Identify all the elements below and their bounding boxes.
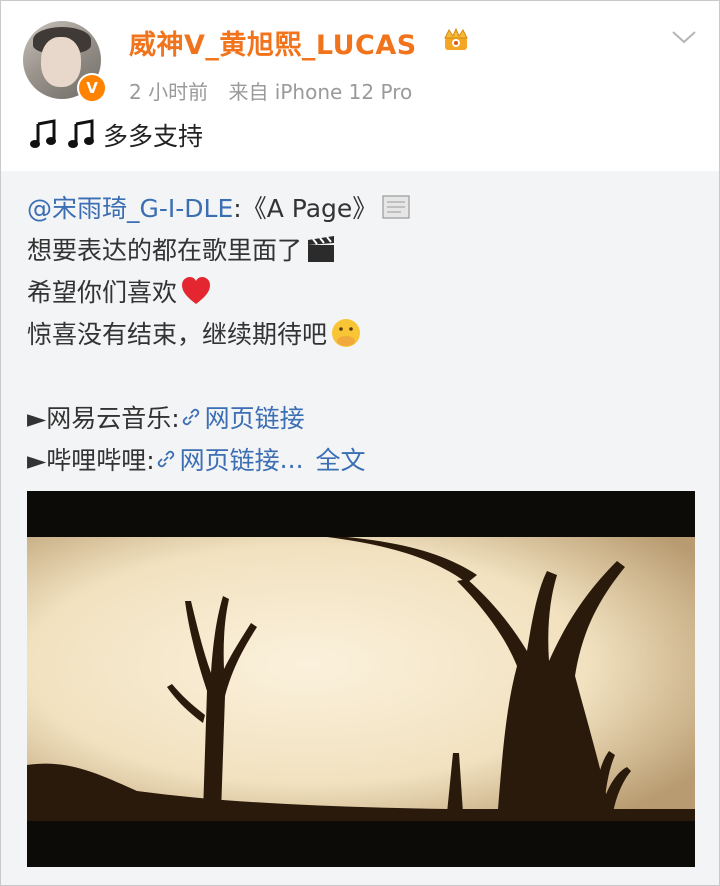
bilibili-line: ►哔哩哔哩: 网页链接 ... 全文 [27,441,366,477]
link-icon [182,408,199,426]
repost-title: :《A Page》 [233,194,378,223]
full-text-link[interactable]: 全文 [316,441,366,477]
bilibili-link[interactable]: 网页链接 [180,441,280,477]
reposted-content[interactable]: @宋雨琦_G-I-DLE :《A Page》 想要表达的都在歌里面了 希望你们喜… [1,173,719,885]
post-text-content: 多多支持 [103,122,204,151]
netease-line: ►网易云音乐: 网页链接 [27,399,305,435]
weibo-post: V 威神V_黄旭熙_LUCAS 2 小时前 来自 iPhone 12 Pro 多… [0,0,720,886]
ellipsis: ... [279,444,304,474]
video-frame-illustration [27,491,695,867]
repost-line-3-text: 希望你们喜欢 [27,278,178,307]
face-hand-over-mouth-icon [332,319,361,347]
repost-line-4: 惊喜没有结束，继续期待吧 [27,315,363,351]
username[interactable]: 威神V_黄旭熙_LUCAS [129,23,417,62]
red-heart-icon [182,277,211,304]
post-source[interactable]: 来自 iPhone 12 Pro [228,80,412,104]
repost-line-1: @宋雨琦_G-I-DLE :《A Page》 [27,189,413,225]
video-thumbnail[interactable] [27,491,695,867]
crown-icon [444,27,468,50]
chevron-down-icon[interactable] [669,27,699,47]
link-icon [157,450,174,468]
post-meta: 2 小时前 来自 iPhone 12 Pro [129,76,426,105]
repost-line-4-text: 惊喜没有结束，继续期待吧 [27,320,328,349]
post-text: 多多支持 [27,117,203,153]
clapperboard-icon [308,236,335,262]
repost-line-2-text: 想要表达的都在歌里面了 [27,236,303,265]
music-note-icon [30,119,56,148]
netease-link[interactable]: 网页链接 [205,399,305,435]
repost-line-2: 想要表达的都在歌里面了 [27,231,338,267]
mention-link[interactable]: @宋雨琦_G-I-DLE [27,189,233,225]
scroll-icon [382,195,410,219]
bilibili-label: ►哔哩哔哩: [27,446,155,475]
avatar-face [41,37,81,87]
netease-label: ►网易云音乐: [27,404,180,433]
verified-badge-icon: V [77,73,107,103]
post-time: 2 小时前 [129,80,209,104]
original-post: V 威神V_黄旭熙_LUCAS 2 小时前 来自 iPhone 12 Pro 多… [1,1,719,171]
repost-line-3: 希望你们喜欢 [27,273,213,309]
music-note-icon [68,119,94,148]
